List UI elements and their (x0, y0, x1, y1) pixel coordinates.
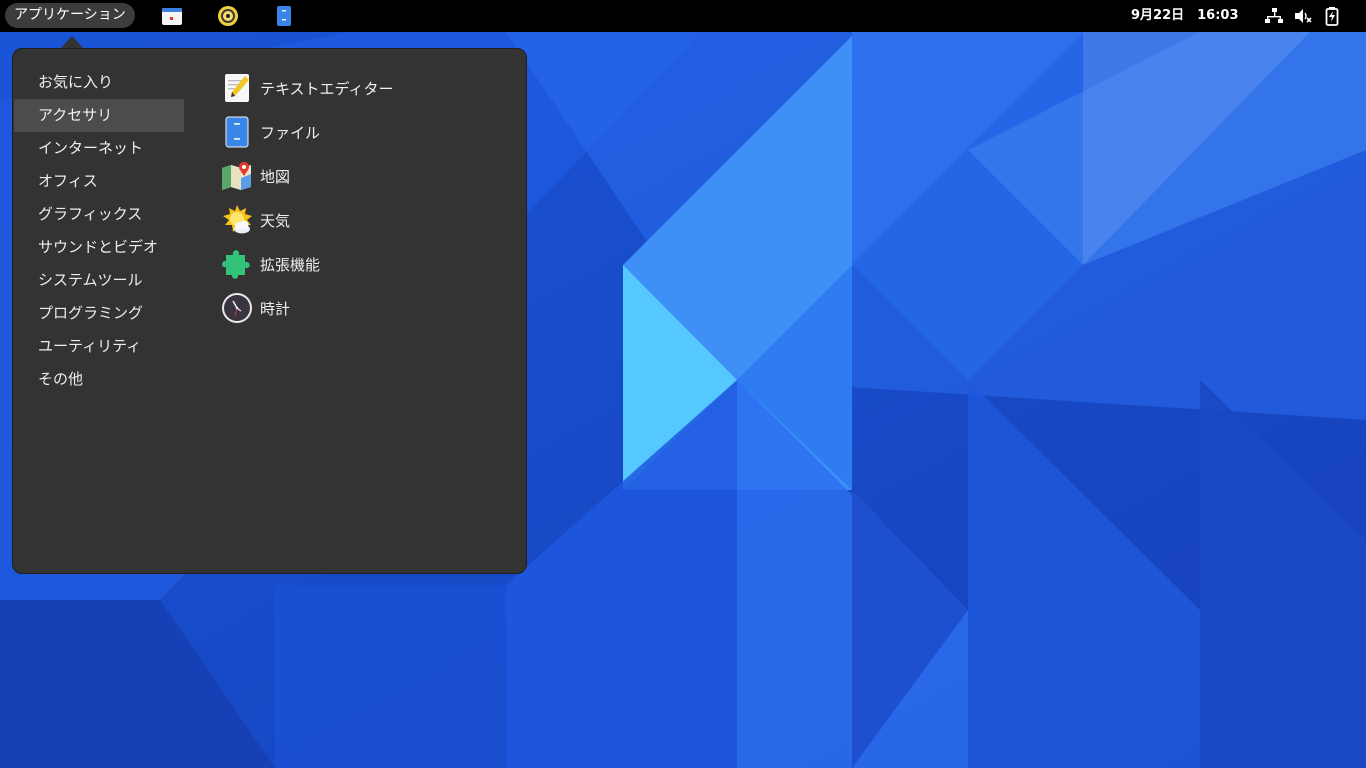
category-sound-video[interactable]: サウンドとビデオ (14, 231, 184, 264)
category-system-tools[interactable]: システムツール (14, 264, 184, 297)
app-extensions[interactable]: 拡張機能 (221, 242, 511, 286)
app-label: 拡張機能 (260, 255, 321, 274)
clock-icon (222, 293, 252, 323)
category-office[interactable]: オフィス (14, 165, 184, 198)
text-editor-icon (225, 74, 249, 102)
extensions-icon (222, 250, 250, 279)
category-internet[interactable]: インターネット (14, 132, 184, 165)
top-bar: アプリケーション 9月22日 16:03 (0, 0, 1366, 32)
app-weather[interactable]: 天気 (221, 198, 511, 242)
calendar-icon[interactable] (161, 5, 183, 27)
network-wired-icon (1265, 8, 1283, 23)
category-accessories[interactable]: アクセサリ (14, 99, 184, 132)
app-maps[interactable]: 地図 (221, 154, 511, 198)
files-icon[interactable] (273, 5, 295, 27)
category-favorites[interactable]: お気に入り (14, 66, 184, 99)
applications-menu-button[interactable]: アプリケーション (5, 3, 135, 28)
menu-pointer-arrow (61, 36, 83, 48)
files-icon (225, 116, 249, 148)
app-text-editor[interactable]: テキストエディター (221, 66, 511, 110)
maps-icon (222, 162, 251, 190)
category-other[interactable]: その他 (14, 363, 184, 396)
application-list: テキストエディター ファイル 地図 天気 拡張機能 時計 (221, 66, 511, 330)
category-utilities[interactable]: ユーティリティ (14, 330, 184, 363)
category-graphics[interactable]: グラフィックス (14, 198, 184, 231)
category-programming[interactable]: プログラミング (14, 297, 184, 330)
battery-charging-icon (1325, 7, 1339, 26)
applications-menu: お気に入り アクセサリ インターネット オフィス グラフィックス サウンドとビデ… (12, 48, 527, 574)
app-files[interactable]: ファイル (221, 110, 511, 154)
app-label: 地図 (260, 167, 291, 186)
weather-icon (223, 205, 252, 234)
category-list: お気に入り アクセサリ インターネット オフィス グラフィックス サウンドとビデ… (14, 66, 184, 396)
app-clocks[interactable]: 時計 (221, 286, 511, 330)
volume-muted-icon (1295, 9, 1312, 23)
system-status-area[interactable] (1264, 6, 1342, 26)
clock-date-time[interactable]: 9月22日 16:03 (1131, 0, 1239, 32)
app-label: 時計 (260, 299, 291, 318)
app-label: 天気 (260, 211, 291, 230)
rhythmbox-icon[interactable] (217, 5, 239, 27)
app-label: テキストエディター (260, 79, 394, 98)
app-label: ファイル (260, 123, 321, 142)
